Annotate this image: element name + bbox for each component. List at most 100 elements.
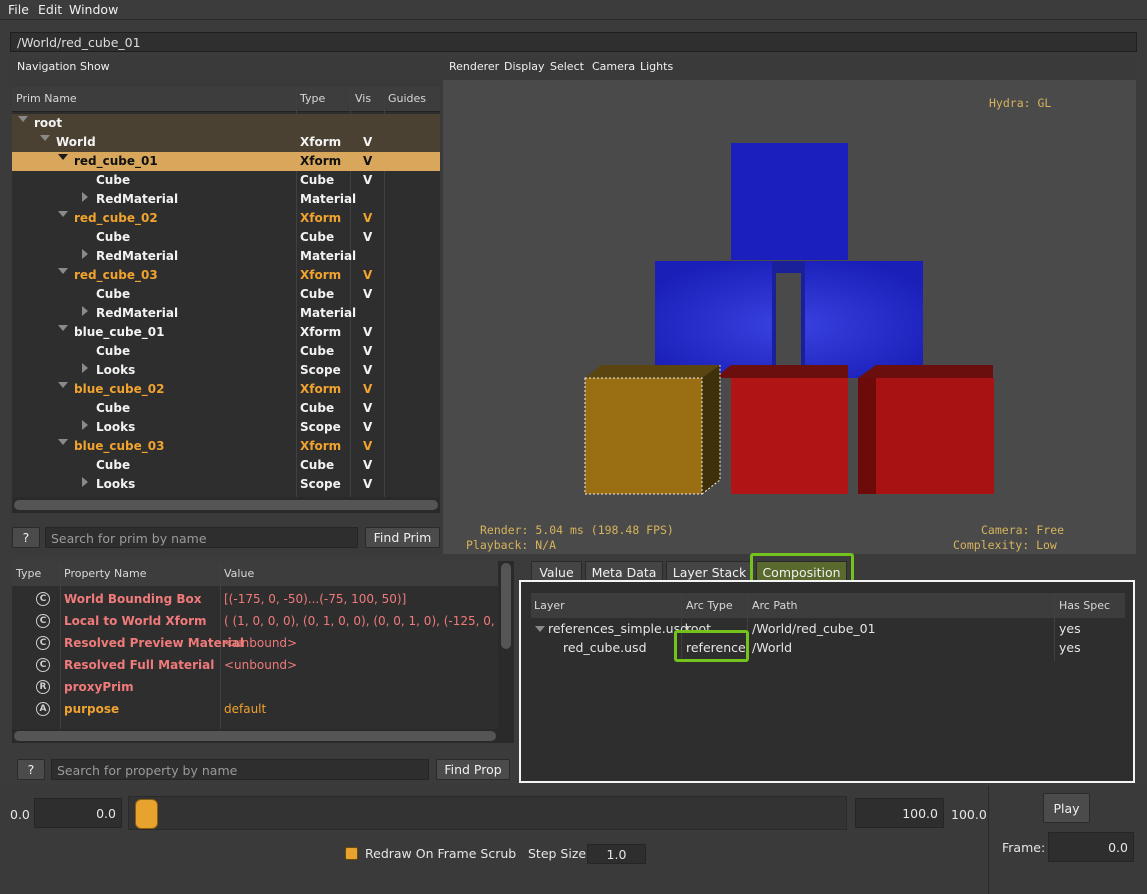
expand-down-icon[interactable] <box>58 154 68 160</box>
prim-help-button[interactable]: ? <box>12 527 40 548</box>
prim-vis-toggle[interactable]: V <box>363 211 372 225</box>
prim-vis-toggle[interactable]: V <box>363 363 372 377</box>
tree-row[interactable]: blue_cube_03 Xform V <box>12 437 440 456</box>
prop-search-input[interactable]: Search for property by name <box>51 759 429 780</box>
prim-path-field[interactable]: /World/red_cube_01 <box>10 32 1137 52</box>
tree-row[interactable]: red_cube_03 Xform V <box>12 266 440 285</box>
prim-vis-toggle[interactable]: V <box>363 344 372 358</box>
tree-row[interactable]: red_cube_01 Xform V <box>12 152 440 171</box>
lights-menu[interactable]: Lights <box>640 60 673 73</box>
expand-right-icon[interactable] <box>82 249 88 259</box>
col-type[interactable]: Type <box>300 92 325 105</box>
property-row[interactable]: Apurpose default <box>12 699 498 721</box>
tree-row[interactable]: red_cube_02 Xform V <box>12 209 440 228</box>
find-prop-button[interactable]: Find Prop <box>436 759 510 780</box>
tree-row[interactable]: root <box>12 114 440 133</box>
display-menu[interactable]: Display <box>504 60 545 73</box>
tree-scrollbar-track[interactable] <box>12 497 440 513</box>
col-guides[interactable]: Guides <box>388 92 426 105</box>
prim-vis-toggle[interactable]: V <box>363 401 372 415</box>
col-vis[interactable]: Vis <box>355 92 371 105</box>
expand-down-icon[interactable] <box>58 382 68 388</box>
expand-down-icon[interactable] <box>535 626 545 632</box>
expand-down-icon[interactable] <box>18 116 28 122</box>
menu-file[interactable]: File <box>8 2 29 17</box>
frame-input[interactable]: 0.0 <box>1048 832 1134 862</box>
expand-down-icon[interactable] <box>58 325 68 331</box>
prim-vis-toggle[interactable]: V <box>363 325 372 339</box>
property-row[interactable]: C Resolved Full Material <unbound> <box>12 655 498 677</box>
composition-row[interactable]: red_cube.usd reference /World yes <box>531 639 1125 658</box>
expand-right-icon[interactable] <box>82 363 88 373</box>
expand-down-icon[interactable] <box>58 211 68 217</box>
tree-row[interactable]: Looks Scope V <box>12 418 440 437</box>
end-frame-input[interactable]: 100.0 <box>855 798 944 828</box>
prim-vis-toggle[interactable]: V <box>363 230 372 244</box>
expand-down-icon[interactable] <box>58 439 68 445</box>
prim-vis-toggle[interactable]: V <box>363 154 372 168</box>
3d-viewport[interactable]: Hydra: GL Render: 5.04 ms (198.48 FPS) P… <box>443 80 1136 554</box>
menu-edit[interactable]: Edit <box>38 2 62 17</box>
prim-vis-toggle[interactable]: V <box>363 477 372 491</box>
col-has-spec[interactable]: Has Spec <box>1059 599 1110 612</box>
tree-row[interactable]: RedMaterial Material <box>12 190 440 209</box>
tree-row[interactable]: Cube Cube V <box>12 342 440 361</box>
camera-menu[interactable]: Camera <box>592 60 635 73</box>
expand-right-icon[interactable] <box>82 192 88 202</box>
tree-row[interactable]: Looks Scope V <box>12 361 440 380</box>
expand-right-icon[interactable] <box>82 477 88 487</box>
select-menu[interactable]: Select <box>550 60 584 73</box>
prim-vis-toggle[interactable]: V <box>363 268 372 282</box>
frame-slider-handle[interactable] <box>135 799 158 829</box>
prim-vis-toggle[interactable]: V <box>363 439 372 453</box>
prim-vis-toggle[interactable]: V <box>363 287 372 301</box>
tree-row[interactable]: Looks Scope V <box>12 475 440 494</box>
prim-vis-toggle[interactable]: V <box>363 173 372 187</box>
tree-row[interactable]: Cube Cube V <box>12 399 440 418</box>
property-row[interactable]: C Local to World Xform ( (1, 0, 0, 0), (0,… <box>12 611 498 633</box>
col-prim-name[interactable]: Prim Name <box>16 92 77 105</box>
expand-down-icon[interactable] <box>58 268 68 274</box>
tree-row[interactable]: Cube Cube V <box>12 228 440 247</box>
expand-down-icon[interactable] <box>40 135 50 141</box>
frame-slider[interactable] <box>128 796 847 830</box>
prim-vis-toggle[interactable]: V <box>363 382 372 396</box>
prop-hscrollbar-handle[interactable] <box>14 731 496 741</box>
renderer-menu[interactable]: Renderer <box>449 60 499 73</box>
prim-vis-toggle[interactable]: V <box>363 420 372 434</box>
find-prim-button[interactable]: Find Prim <box>365 527 440 548</box>
navigation-menu[interactable]: Navigation <box>17 60 76 73</box>
prop-hscrollbar-track[interactable] <box>12 729 498 743</box>
play-button[interactable]: Play <box>1043 793 1090 823</box>
prop-scrollbar-handle[interactable] <box>501 563 511 649</box>
prop-help-button[interactable]: ? <box>17 759 45 780</box>
tree-row[interactable]: World Xform V <box>12 133 440 152</box>
tree-row[interactable]: Cube Cube V <box>12 171 440 190</box>
col-layer[interactable]: Layer <box>534 599 565 612</box>
property-row[interactable]: RproxyPrim <box>12 677 498 699</box>
menu-window[interactable]: Window <box>69 2 118 17</box>
col-arc-type[interactable]: Arc Type <box>686 599 733 612</box>
col-prop-name[interactable]: Property Name <box>64 567 147 580</box>
tree-row[interactable]: RedMaterial Material <box>12 247 440 266</box>
tree-row[interactable]: blue_cube_02 Xform V <box>12 380 440 399</box>
prim-search-input[interactable]: Search for prim by name <box>45 527 358 548</box>
tree-row[interactable]: RedMaterial Material <box>12 304 440 323</box>
tree-row[interactable]: Cube Cube V <box>12 456 440 475</box>
prim-vis-toggle[interactable]: V <box>363 458 372 472</box>
redraw-checkbox[interactable] <box>345 847 358 860</box>
expand-right-icon[interactable] <box>82 306 88 316</box>
col-prop-type[interactable]: Type <box>16 567 41 580</box>
prim-vis-toggle[interactable]: V <box>363 135 372 149</box>
prop-scrollbar-track[interactable] <box>498 561 514 743</box>
col-arc-path[interactable]: Arc Path <box>752 599 798 612</box>
tree-row[interactable]: Cube Cube V <box>12 285 440 304</box>
composition-row[interactable]: references_simple.usd root /World/red_cu… <box>531 620 1125 639</box>
expand-right-icon[interactable] <box>82 420 88 430</box>
tree-row[interactable]: blue_cube_01 Xform V <box>12 323 440 342</box>
show-menu[interactable]: Show <box>80 60 110 73</box>
property-row[interactable]: C Resolved Preview Material <unbound> <box>12 633 498 655</box>
step-size-input[interactable]: 1.0 <box>587 844 646 864</box>
col-prop-value[interactable]: Value <box>224 567 254 580</box>
start-frame-input[interactable]: 0.0 <box>34 798 122 828</box>
